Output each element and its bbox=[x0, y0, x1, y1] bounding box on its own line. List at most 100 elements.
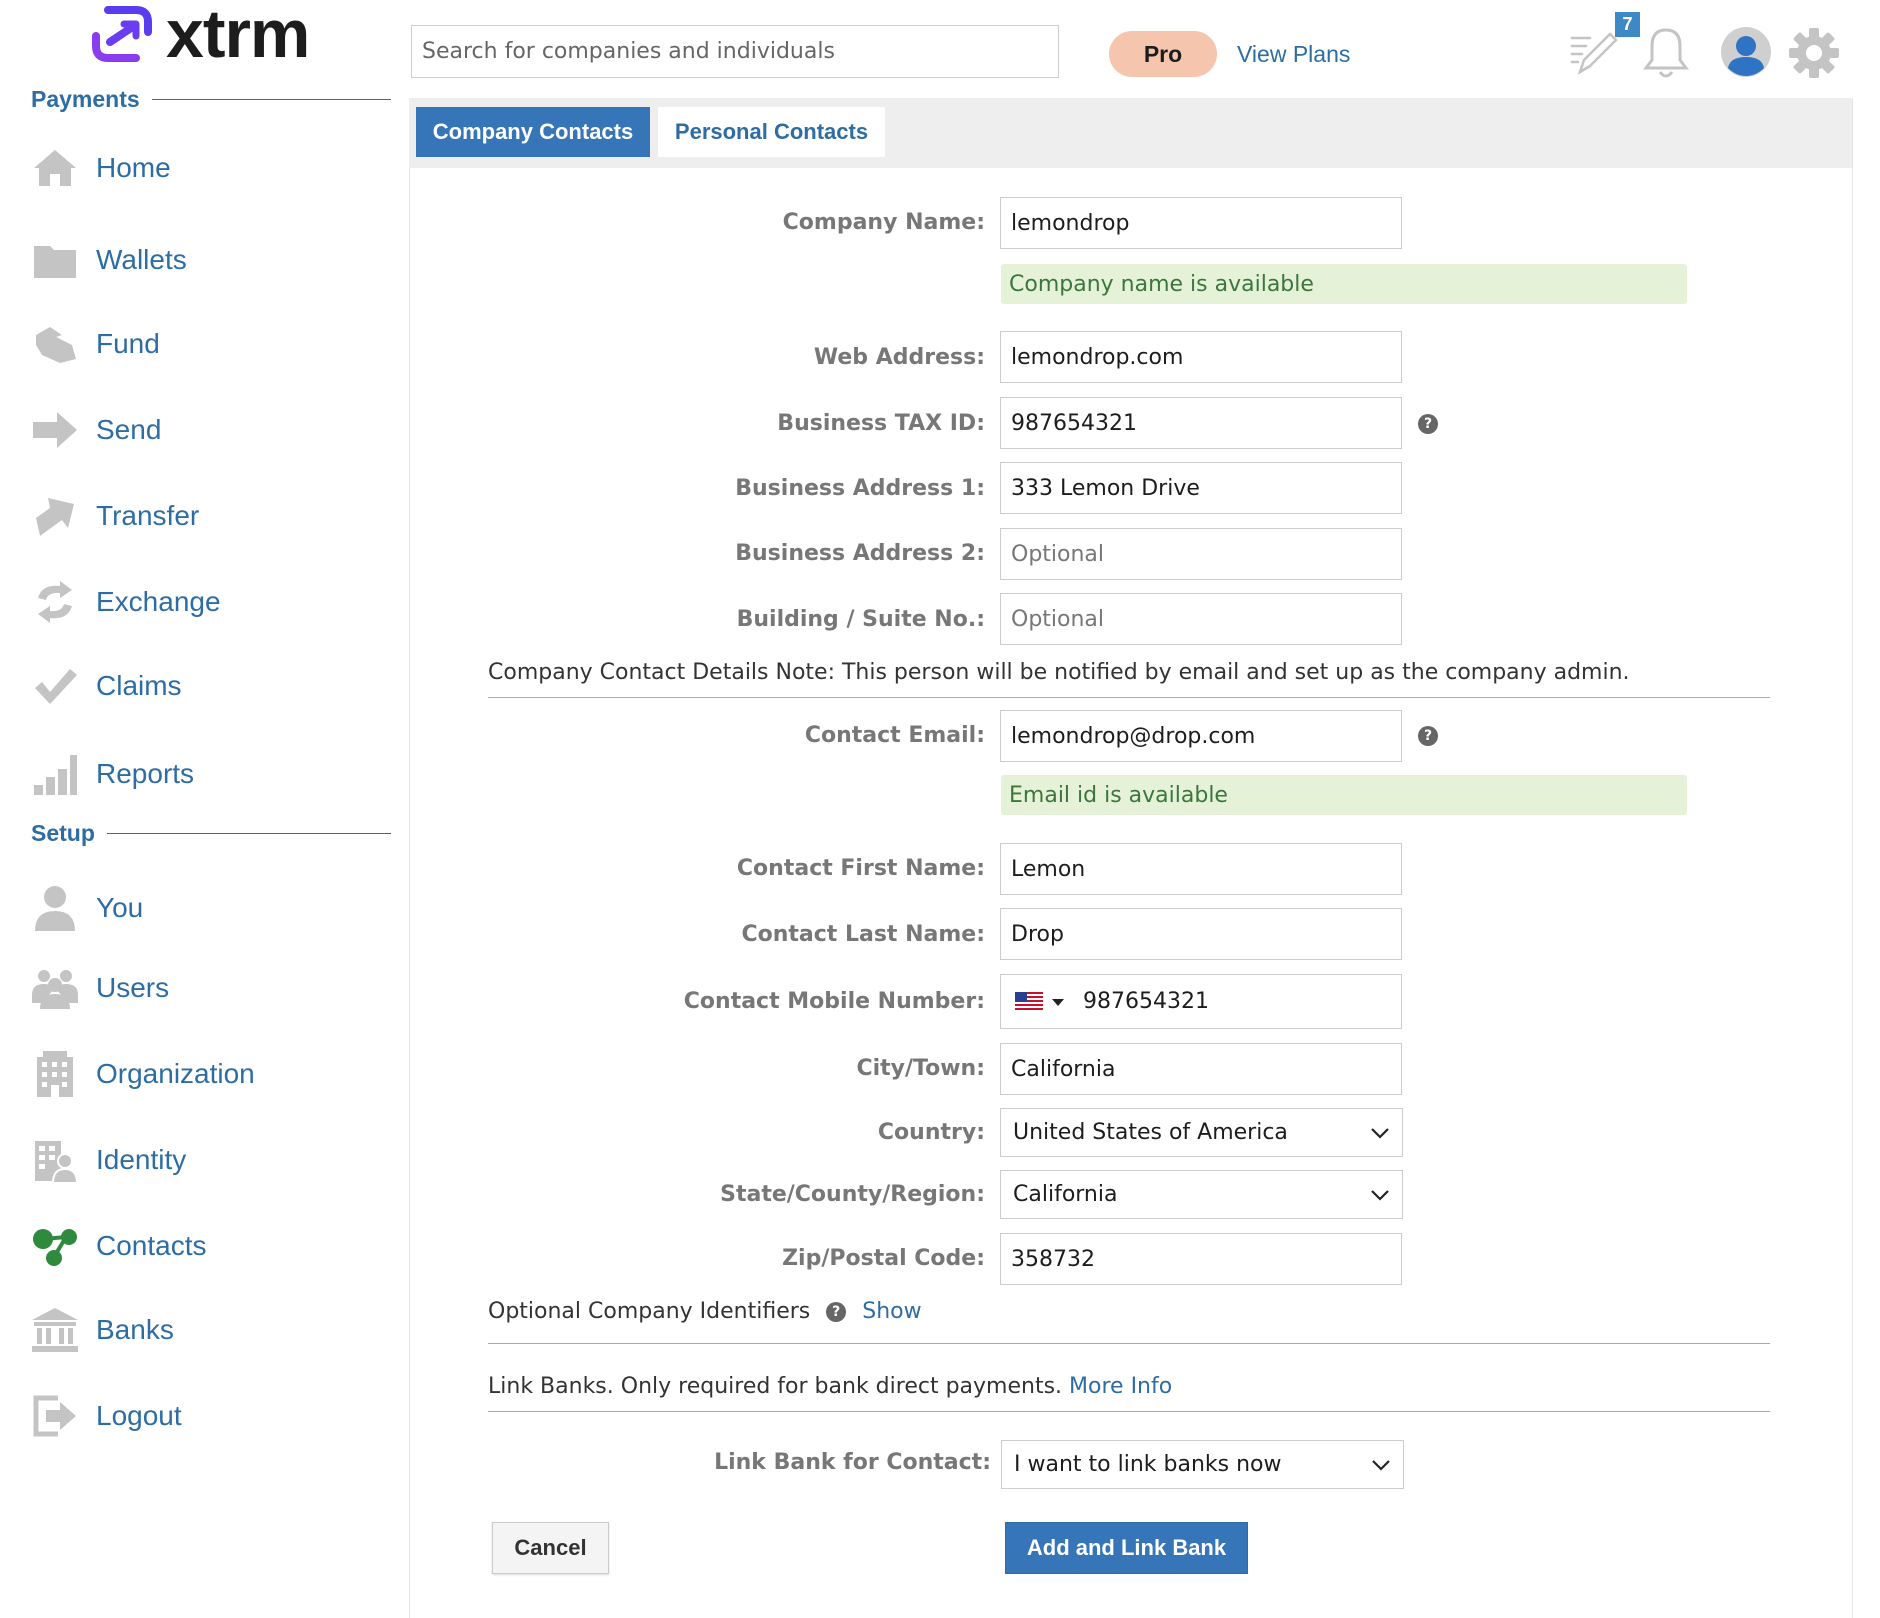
company-available-message: Company name is available bbox=[1001, 264, 1687, 304]
tab-personal-contacts[interactable]: Personal Contacts bbox=[658, 107, 885, 157]
section-divider bbox=[488, 1411, 1770, 1412]
xtrm-logo[interactable]: xtrm bbox=[88, 0, 310, 72]
sidebar-item-identity[interactable]: Identity bbox=[30, 1136, 186, 1184]
contacts-icon bbox=[30, 1222, 80, 1270]
sidebar-item-label: You bbox=[96, 892, 144, 923]
sidebar-item-contacts[interactable]: Contacts bbox=[30, 1222, 207, 1270]
optional-identifiers-help-icon[interactable]: ? bbox=[826, 1301, 847, 1322]
section-divider bbox=[488, 697, 1770, 698]
sidebar-item-users[interactable]: Users bbox=[30, 964, 169, 1012]
address1-input[interactable] bbox=[1000, 462, 1402, 514]
sidebar-item-label: Transfer bbox=[96, 500, 200, 531]
sidebar-item-you[interactable]: You bbox=[30, 884, 143, 932]
sidebar-item-claims[interactable]: Claims bbox=[30, 662, 182, 710]
sidebar-item-label: Send bbox=[96, 414, 162, 445]
tax-id-help-icon[interactable]: ? bbox=[1418, 414, 1438, 434]
optional-identifiers-row: Optional Company Identifiers ? Show bbox=[488, 1299, 922, 1324]
sidebar-item-organization[interactable]: Organization bbox=[30, 1050, 255, 1098]
contact-email-label: Contact Email: bbox=[804, 723, 985, 748]
tax-id-input[interactable] bbox=[1000, 397, 1402, 449]
sidebar-item-send[interactable]: Send bbox=[30, 406, 161, 454]
mobile-label: Contact Mobile Number: bbox=[683, 989, 985, 1014]
sidebar-item-label: Wallets bbox=[96, 244, 187, 275]
contact-email-help-icon[interactable]: ? bbox=[1418, 726, 1438, 746]
city-input[interactable] bbox=[1000, 1043, 1402, 1095]
first-name-input[interactable] bbox=[1000, 843, 1402, 895]
sidebar-item-label: Identity bbox=[96, 1144, 187, 1175]
sidebar-item-label: Banks bbox=[96, 1314, 174, 1345]
logo-text: xtrm bbox=[166, 0, 310, 72]
sidebar-item-label: Claims bbox=[96, 670, 182, 701]
state-label: State/County/Region: bbox=[720, 1182, 985, 1207]
transfer-arrow-icon bbox=[30, 492, 80, 540]
folder-icon bbox=[30, 236, 80, 284]
section-divider bbox=[488, 1343, 1770, 1344]
optional-identifiers-text: Optional Company Identifiers bbox=[488, 1299, 811, 1324]
gear-icon[interactable] bbox=[1788, 27, 1840, 79]
bar-chart-icon bbox=[30, 750, 80, 798]
country-select[interactable]: United States of America bbox=[1000, 1108, 1403, 1157]
link-banks-row: Link Banks. Only required for bank direc… bbox=[488, 1374, 1172, 1399]
address1-label: Business Address 1: bbox=[735, 476, 985, 501]
sidebar-item-label: Fund bbox=[96, 328, 160, 359]
show-identifiers-link[interactable]: Show bbox=[862, 1299, 921, 1324]
sidebar-item-label: Home bbox=[96, 152, 171, 183]
sidebar-item-logout[interactable]: Logout bbox=[30, 1392, 182, 1440]
edit-notes-icon[interactable] bbox=[1566, 26, 1620, 78]
us-flag-icon bbox=[1015, 991, 1043, 1012]
plan-badge[interactable]: Pro bbox=[1109, 31, 1217, 77]
sidebar-item-label: Reports bbox=[96, 758, 195, 789]
sidebar-item-wallets[interactable]: Wallets bbox=[30, 236, 187, 284]
logout-icon bbox=[30, 1392, 80, 1440]
sidebar-item-label: Users bbox=[96, 972, 170, 1003]
tax-id-label: Business TAX ID: bbox=[777, 411, 985, 436]
send-arrow-icon bbox=[30, 406, 80, 454]
state-selected-value: California bbox=[1013, 1182, 1118, 1207]
country-label: Country: bbox=[877, 1120, 985, 1145]
company-name-input[interactable] bbox=[1000, 197, 1402, 249]
company-name-label: Company Name: bbox=[782, 210, 985, 235]
bell-icon[interactable] bbox=[1642, 26, 1690, 80]
identity-icon bbox=[30, 1136, 80, 1184]
email-available-message: Email id is available bbox=[1001, 775, 1687, 815]
sidebar-item-label: Organization bbox=[96, 1058, 255, 1089]
sidebar-item-reports[interactable]: Reports bbox=[30, 750, 194, 798]
tab-company-contacts[interactable]: Company Contacts bbox=[416, 107, 650, 157]
cancel-button[interactable]: Cancel bbox=[492, 1522, 609, 1574]
home-icon bbox=[30, 144, 80, 192]
profile-icon[interactable] bbox=[1720, 26, 1772, 78]
sidebar-item-home[interactable]: Home bbox=[30, 144, 171, 192]
search-input[interactable] bbox=[411, 25, 1059, 78]
country-code-dropdown[interactable] bbox=[1015, 991, 1077, 1012]
add-and-link-bank-button[interactable]: Add and Link Bank bbox=[1005, 1522, 1248, 1574]
contact-email-input[interactable] bbox=[1000, 710, 1402, 762]
exchange-icon bbox=[30, 578, 80, 626]
sidebar-item-label: Logout bbox=[96, 1400, 182, 1431]
mobile-number-input[interactable] bbox=[1077, 989, 1363, 1014]
sidebar-item-label: Contacts bbox=[96, 1230, 207, 1261]
web-address-label: Web Address: bbox=[813, 345, 985, 370]
city-label: City/Town: bbox=[856, 1056, 985, 1081]
state-select[interactable]: California bbox=[1000, 1170, 1403, 1219]
suite-label: Building / Suite No.: bbox=[736, 607, 985, 632]
sidebar-item-transfer[interactable]: Transfer bbox=[30, 492, 199, 540]
view-plans-link[interactable]: View Plans bbox=[1237, 41, 1350, 68]
last-name-label: Contact Last Name: bbox=[741, 922, 985, 947]
zip-input[interactable] bbox=[1000, 1233, 1402, 1285]
sidebar-item-fund[interactable]: Fund bbox=[30, 320, 160, 368]
country-selected-value: United States of America bbox=[1013, 1120, 1288, 1145]
web-address-input[interactable] bbox=[1000, 331, 1402, 383]
mobile-number-field bbox=[1000, 974, 1402, 1029]
bank-icon bbox=[30, 1306, 80, 1354]
link-bank-select[interactable]: I want to link banks now bbox=[1001, 1440, 1404, 1489]
suite-input[interactable] bbox=[1000, 593, 1402, 645]
checkmark-icon bbox=[30, 662, 80, 710]
user-icon bbox=[30, 884, 80, 932]
notification-count-badge[interactable]: 7 bbox=[1615, 12, 1640, 37]
address2-input[interactable] bbox=[1000, 528, 1402, 580]
users-icon bbox=[30, 964, 80, 1012]
sidebar-item-exchange[interactable]: Exchange bbox=[30, 578, 221, 626]
more-info-link[interactable]: More Info bbox=[1069, 1374, 1172, 1399]
last-name-input[interactable] bbox=[1000, 908, 1402, 960]
sidebar-item-banks[interactable]: Banks bbox=[30, 1306, 174, 1354]
